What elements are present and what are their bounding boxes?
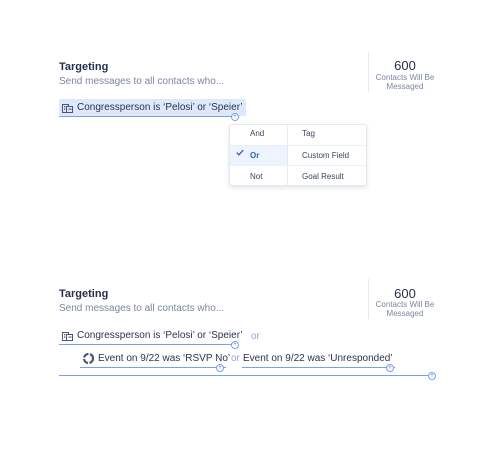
- panel2-condition-label: Congressperson is ‘Pelosi’ or ‘Speier’: [77, 330, 243, 341]
- event-condition-label-1: Event on 9/22 was ‘RSVP No’: [98, 353, 231, 364]
- panel1-title: Targeting: [59, 61, 109, 73]
- panel1-condition-chip[interactable]: Congressperson is ‘Pelosi’ or ‘Speier’: [59, 99, 246, 116]
- event-condition-underline-2: [242, 367, 395, 368]
- panel2-add-condition-icon[interactable]: +: [231, 341, 239, 349]
- event-add-condition-icon-2[interactable]: +: [386, 364, 394, 372]
- panel1-condition-label: Congressperson is ‘Pelosi’ or ‘Speier’: [77, 102, 243, 113]
- panel2-group-underline: [59, 375, 433, 376]
- panel2-or-label: or: [251, 331, 260, 342]
- panel1-count-label-2: Messaged: [386, 82, 424, 91]
- panel2-condition-chip[interactable]: Congressperson is ‘Pelosi’ or ‘Speier’: [59, 327, 246, 344]
- panel2-count-label-2: Messaged: [386, 309, 424, 318]
- event-or-label: or: [231, 353, 240, 364]
- event-condition-label-2: Event on 9/22 was ‘Unresponded’: [243, 353, 393, 364]
- panel1-count-value: 600: [394, 58, 416, 73]
- panel2-count-value: 600: [394, 286, 416, 301]
- menu-item-or[interactable]: Or: [250, 151, 259, 160]
- event-condition-underline-1: [80, 367, 226, 368]
- event-add-condition-icon-1[interactable]: +: [216, 364, 224, 372]
- panel2-count-label-1: Contacts Will Be: [375, 300, 435, 309]
- panel2-title: Targeting: [59, 288, 109, 300]
- event-icon: [83, 353, 94, 364]
- building-icon: [62, 331, 73, 341]
- building-icon: [62, 103, 73, 113]
- menu-row-divider-2: [230, 165, 366, 166]
- menu-item-goal-result[interactable]: Goal Result: [302, 172, 344, 181]
- panel2-condition-underline: [59, 344, 237, 345]
- panel1-subtitle: Send messages to all contacts who...: [59, 76, 225, 87]
- panel2-subtitle: Send messages to all contacts who...: [59, 303, 225, 314]
- event-condition-chip-1[interactable]: Event on 9/22 was ‘RSVP No’: [80, 350, 233, 367]
- menu-column-divider: [287, 125, 288, 185]
- menu-item-and[interactable]: And: [250, 129, 264, 138]
- menu-item-custom-field[interactable]: Custom Field: [302, 151, 349, 160]
- panel1-add-condition-icon[interactable]: +: [231, 113, 239, 121]
- panel2-add-group-icon[interactable]: +: [428, 372, 436, 380]
- checkmark-icon: [236, 149, 244, 156]
- panel1-condition-underline: [59, 116, 237, 117]
- menu-item-not[interactable]: Not: [250, 172, 262, 181]
- event-condition-chip-2[interactable]: Event on 9/22 was ‘Unresponded’: [240, 350, 396, 367]
- menu-item-tag[interactable]: Tag: [302, 129, 315, 138]
- panel1-count-label-1: Contacts Will Be: [375, 73, 435, 82]
- menu-row-divider-1: [230, 145, 366, 146]
